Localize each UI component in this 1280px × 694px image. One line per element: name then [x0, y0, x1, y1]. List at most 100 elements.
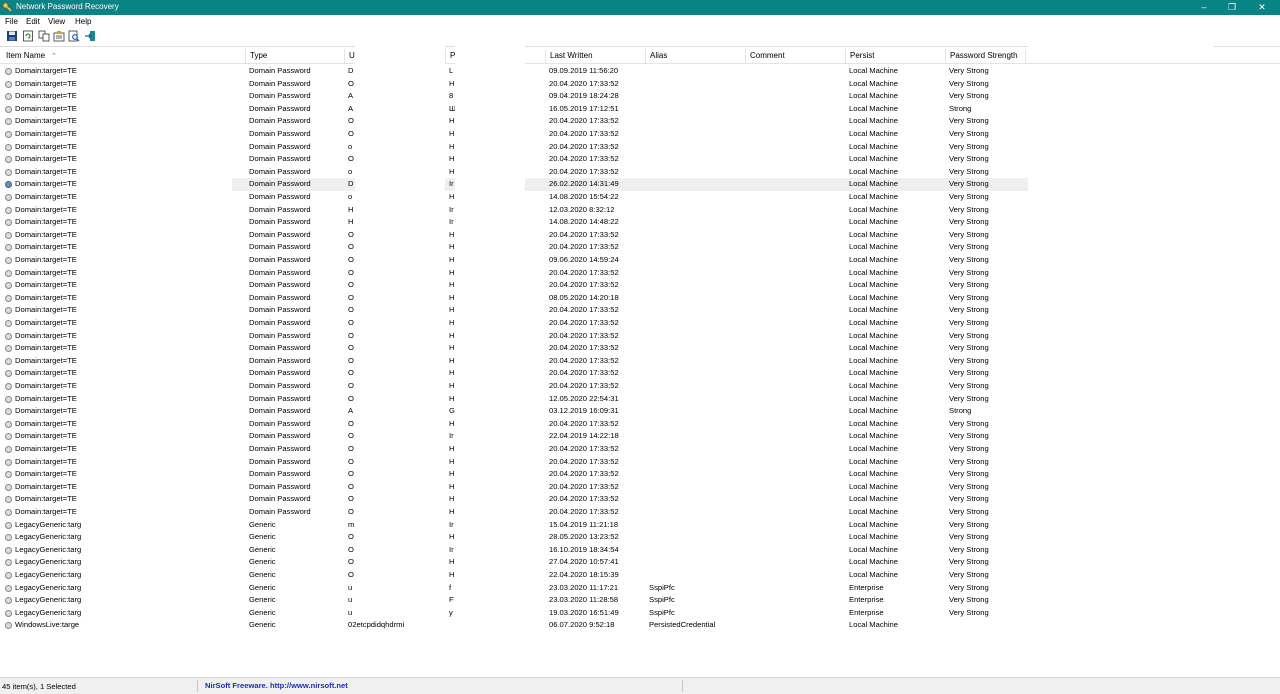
cell-strength: Very Strong	[949, 418, 989, 428]
close-button[interactable]: ✕	[1250, 0, 1274, 15]
cell-alias	[649, 418, 745, 431]
table-row[interactable]: Domain:target=TE Domain Password H Ir 12.03.…	[0, 204, 1280, 217]
cell-type: Domain Password	[249, 494, 311, 504]
copy-icon[interactable]	[38, 30, 50, 42]
table-row[interactable]: LegacyGeneric:targ Generic O Ir 16.10.2019 1…	[0, 544, 1280, 557]
maximize-button[interactable]: ❐	[1220, 0, 1244, 15]
cell-persist: Local Machine	[849, 129, 898, 138]
table-row[interactable]: LegacyGeneric:targ Generic m Ir 15.04.2019 1…	[0, 519, 1280, 532]
exit-icon[interactable]	[84, 30, 96, 42]
table-row[interactable]: Domain:target=TE Domain Password O H 20.04.2…	[0, 115, 1280, 128]
column-header-alias[interactable]: Alias	[646, 49, 746, 63]
table-row[interactable]: Domain:target=TE Domain Password O H 12.05.2…	[0, 393, 1280, 406]
table-row[interactable]: LegacyGeneric:targ Generic O H 22.04.2020 18…	[0, 569, 1280, 582]
menu-view[interactable]: View	[48, 17, 65, 26]
cell-alias	[649, 216, 745, 229]
table-row[interactable]: Domain:target=TE Domain Password O H 20.04.2…	[0, 443, 1280, 456]
table-row[interactable]: Domain:target=TE Domain Password O H 20.04.2…	[0, 241, 1280, 254]
cell-user: 02etcpdidqhdrmi	[348, 620, 405, 630]
title-bar: Network Password Recovery – ❐ ✕	[0, 0, 1280, 15]
cell-name: Domain:target=TE	[15, 129, 77, 138]
table-row[interactable]: Domain:target=TE Domain Password D L 09.09.2…	[0, 65, 1280, 78]
table-row[interactable]: Domain:target=TE Domain Password o H 20.04.2…	[0, 166, 1280, 179]
table-row[interactable]: Domain:target=TE Domain Password O H 09.06.2…	[0, 254, 1280, 267]
table-row[interactable]: Domain:target=TE Domain Password A 8 09.04.2…	[0, 90, 1280, 103]
table-row[interactable]: Domain:target=TE Domain Password O H 20.04.2…	[0, 342, 1280, 355]
menu-edit[interactable]: Edit	[26, 17, 40, 26]
cell-alias	[649, 153, 745, 166]
table-row[interactable]: Domain:target=TE Domain Password O H 20.04.2…	[0, 153, 1280, 166]
cell-strength: Very Strong	[949, 381, 989, 390]
cell-written: 19.03.2020 16:51:49	[549, 607, 619, 617]
table-row[interactable]: Domain:target=TE Domain Password A G 03.12.2…	[0, 405, 1280, 418]
column-header-persist[interactable]: Persist	[846, 49, 946, 63]
table-row[interactable]: Domain:target=TE Domain Password O H 20.04.2…	[0, 128, 1280, 141]
cell-alias	[649, 279, 745, 292]
cell-alias	[649, 90, 745, 103]
cell-strength	[949, 619, 1045, 632]
table-row[interactable]: Domain:target=TE Domain Password O H 20.04.2…	[0, 506, 1280, 519]
cell-strength: Very Strong	[949, 557, 989, 567]
cell-strength: Very Strong	[949, 507, 989, 516]
credential-icon	[5, 622, 12, 630]
table-row[interactable]: Domain:target=TE Domain Password H Ir 14.08.…	[0, 216, 1280, 229]
cell-alias	[649, 405, 745, 418]
column-header-type[interactable]: Type	[246, 49, 345, 63]
table-row[interactable]: Domain:target=TE Domain Password O H 20.04.2…	[0, 229, 1280, 242]
cell-alias	[649, 292, 745, 305]
table-row[interactable]: LegacyGeneric:targ Generic u f 23.03.2020 11…	[0, 582, 1280, 595]
table-row[interactable]: Domain:target=TE Domain Password O H 20.04.2…	[0, 380, 1280, 393]
table-row[interactable]: Domain:target=TE Domain Password O H 20.04.2…	[0, 267, 1280, 280]
cell-written: 26.02.2020 14:31:49	[549, 179, 619, 189]
table-row[interactable]: LegacyGeneric:targ Generic u F 23.03.2020 11…	[0, 594, 1280, 607]
table-row[interactable]: Domain:target=TE Domain Password o H 20.04.2…	[0, 141, 1280, 154]
table-row[interactable]: Domain:target=TE Domain Password O H 20.04.2…	[0, 78, 1280, 91]
table-row[interactable]: Domain:target=TE Domain Password o H 14.08.2…	[0, 191, 1280, 204]
table-row[interactable]: Domain:target=TE Domain Password O H 20.04.2…	[0, 317, 1280, 330]
cell-type: Domain Password	[249, 229, 311, 239]
refresh-icon[interactable]	[22, 30, 34, 42]
cell-type: Domain Password	[249, 66, 311, 75]
find-icon[interactable]	[68, 30, 80, 42]
column-label: Last Written	[550, 51, 593, 60]
table-row[interactable]: Domain:target=TE Domain Password A Ш 16.05.2…	[0, 103, 1280, 116]
cell-type: Domain Password	[249, 242, 311, 252]
properties-icon[interactable]	[53, 30, 65, 42]
cell-name: Domain:target=TE	[15, 355, 77, 365]
cell-persist: Local Machine	[849, 519, 898, 529]
table-row[interactable]: Domain:target=TE Domain Password O H 20.04.2…	[0, 481, 1280, 494]
table-row[interactable]: Domain:target=TE Domain Password O H 20.04.2…	[0, 367, 1280, 380]
cell-alias	[649, 430, 745, 443]
cell-alias	[649, 78, 745, 91]
menu-help[interactable]: Help	[75, 17, 91, 26]
save-icon[interactable]	[6, 30, 18, 42]
cell-persist: Enterprise	[849, 595, 884, 605]
table-row[interactable]: LegacyGeneric:targ Generic O H 27.04.2020 10…	[0, 556, 1280, 569]
table-row[interactable]: LegacyGeneric:targ Generic u y 19.03.2020 16…	[0, 607, 1280, 620]
table-row[interactable]: Domain:target=TE Domain Password O H 20.04.2…	[0, 493, 1280, 506]
table-row[interactable]: LegacyGeneric:targ Generic O H 28.05.2020 13…	[0, 531, 1280, 544]
cell-strength: Very Strong	[949, 267, 989, 277]
table-row[interactable]: Domain:target=TE Domain Password O H 20.04.2…	[0, 418, 1280, 431]
table-row[interactable]: Domain:target=TE Domain Password O H 20.04.2…	[0, 468, 1280, 481]
column-header-comment[interactable]: Comment	[746, 49, 846, 63]
minimize-button[interactable]: –	[1192, 0, 1216, 15]
column-header-written[interactable]: Last Written	[546, 49, 646, 63]
table-row[interactable]: Domain:target=TE Domain Password O H 20.04.2…	[0, 330, 1280, 343]
column-header-strength[interactable]: Password Strength	[946, 49, 1026, 63]
cell-written: 20.04.2020 17:33:52	[549, 78, 619, 88]
cell-written: 08.05.2020 14:20:18	[549, 292, 619, 302]
menu-file[interactable]: File	[5, 17, 18, 26]
table-row[interactable]: Domain:target=TE Domain Password D Ir 26.02.…	[0, 178, 1280, 191]
table-row[interactable]: Domain:target=TE Domain Password O H 20.04.2…	[0, 304, 1280, 317]
cell-name: Domain:target=TE	[15, 494, 77, 504]
table-row[interactable]: Domain:target=TE Domain Password O Ir 22.04.…	[0, 430, 1280, 443]
table-row[interactable]: WindowsLive:targe Generic 02etcpdidqhdrmi 0…	[0, 619, 1280, 632]
cell-type: Domain Password	[249, 381, 311, 390]
nirsoft-link[interactable]: NirSoft Freeware. http://www.nirsoft.net	[205, 681, 348, 690]
table-row[interactable]: Domain:target=TE Domain Password O H 20.04.2…	[0, 456, 1280, 469]
table-row[interactable]: Domain:target=TE Domain Password O H 20.04.2…	[0, 355, 1280, 368]
table-row[interactable]: Domain:target=TE Domain Password O H 08.05.2…	[0, 292, 1280, 305]
table-row[interactable]: Domain:target=TE Domain Password O H 20.04.2…	[0, 279, 1280, 292]
column-header-name[interactable]: Item Name ⌃	[2, 49, 246, 63]
